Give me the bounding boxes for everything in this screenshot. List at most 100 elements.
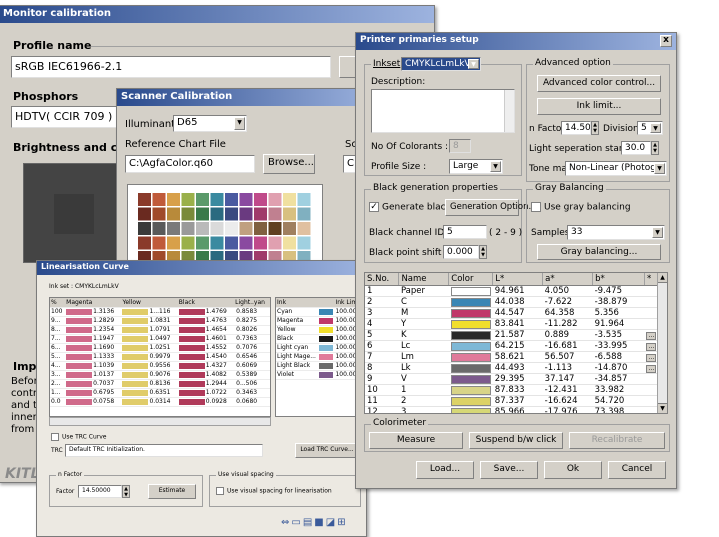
factor-spinner[interactable]: ▲ ▼ bbox=[122, 485, 130, 498]
row-color-swatch[interactable] bbox=[448, 395, 493, 407]
division-select[interactable]: 5 ▼ bbox=[637, 121, 663, 135]
row-color-swatch[interactable] bbox=[448, 406, 493, 413]
checkbox-checked[interactable]: ✓ bbox=[369, 202, 379, 212]
nfactor-field[interactable]: 14.500 bbox=[561, 121, 591, 135]
estimate-button[interactable]: Estimate bbox=[148, 484, 196, 499]
table-row[interactable]: 10 1 87.833 -12.431 33.982 bbox=[365, 384, 659, 396]
col-name: Name bbox=[398, 273, 450, 286]
chevron-down-icon[interactable]: ▼ bbox=[654, 163, 665, 174]
more-icon[interactable]: … bbox=[646, 332, 657, 340]
lin-row-number: 1.4552 bbox=[205, 344, 227, 351]
row-color-swatch[interactable] bbox=[448, 351, 493, 363]
advanced-color-control-button[interactable]: Advanced color control... bbox=[537, 75, 661, 92]
more-icon[interactable]: … bbox=[646, 343, 657, 351]
lin-row-percent: 0.0 bbox=[50, 397, 66, 407]
lin-swatch bbox=[122, 308, 149, 315]
ok-button[interactable]: Ok bbox=[544, 461, 602, 479]
chevron-down-icon[interactable]: ▼ bbox=[234, 117, 245, 130]
row-color-swatch[interactable] bbox=[448, 340, 493, 352]
lin-horizontal-scrollbar[interactable] bbox=[49, 417, 271, 426]
generation-option-button[interactable]: Generation Option... bbox=[445, 199, 537, 216]
checkbox-box[interactable] bbox=[216, 487, 224, 495]
use-trc-checkbox[interactable]: Use TRC Curve bbox=[51, 433, 106, 441]
factor-field[interactable]: 14.50000 bbox=[78, 485, 122, 498]
close-icon[interactable]: x bbox=[660, 35, 672, 47]
table-row[interactable]: 2 C 44.038 -7.622 -38.879 bbox=[365, 296, 659, 308]
table-row[interactable]: 6 Lc 64.215 -16.681 -33.995… bbox=[365, 340, 659, 352]
lin-swatch bbox=[122, 398, 149, 405]
table-row[interactable]: 12 3 85.966 -17.976 73.398 bbox=[365, 406, 659, 413]
load-button[interactable]: Load... bbox=[416, 461, 474, 479]
row-color-swatch[interactable] bbox=[448, 307, 493, 319]
black-channel-field[interactable]: 5 bbox=[443, 225, 487, 239]
lin-row-number: 1.4654 bbox=[205, 326, 227, 333]
description-field[interactable] bbox=[371, 89, 515, 133]
scroll-up-icon[interactable]: ▲ bbox=[658, 273, 667, 283]
table-row[interactable]: 5 K 21.587 0.889 -3.535… bbox=[365, 329, 659, 341]
table-row[interactable]: 1 Paper 94.961 4.050 -9.475 bbox=[365, 285, 659, 297]
chevron-down-icon[interactable]: ▼ bbox=[652, 227, 663, 238]
cancel-button[interactable]: Cancel bbox=[608, 461, 666, 479]
gray-balancing-button[interactable]: Gray balancing... bbox=[537, 244, 661, 260]
table-row[interactable]: 4 Y 83.841 -11.282 91.964 bbox=[365, 318, 659, 330]
ink-name: Yellow bbox=[276, 325, 319, 335]
save-button[interactable]: Save... bbox=[480, 461, 538, 479]
reference-chart-file-field[interactable]: C:\AgfaColor.q60 bbox=[125, 155, 255, 173]
browse-button[interactable]: Browse... bbox=[263, 154, 315, 174]
chevron-down-icon[interactable]: ▼ bbox=[468, 59, 479, 69]
lin-row-number: 1.2829 bbox=[93, 317, 115, 324]
light-separation-spinner[interactable]: ▲ ▼ bbox=[651, 141, 659, 155]
window-icon[interactable]: ▭ bbox=[291, 517, 302, 528]
ink-limit-button[interactable]: Ink limit... bbox=[537, 98, 661, 115]
arrows-icon[interactable]: ⇔ bbox=[281, 517, 291, 528]
lin-row-number: 1.4082 bbox=[205, 371, 227, 378]
nfactor-spinner[interactable]: ▲ ▼ bbox=[591, 121, 599, 135]
chart-icon[interactable]: ◪ bbox=[326, 517, 337, 528]
row-color-swatch[interactable] bbox=[448, 285, 493, 297]
trc-field[interactable]: Default TRC Initialization. bbox=[65, 444, 263, 457]
measure-button[interactable]: Measure bbox=[369, 432, 463, 449]
illuminant-select[interactable]: D65 ▼ bbox=[173, 115, 247, 132]
light-separation-field[interactable]: 30.0 bbox=[621, 141, 651, 155]
samples-select[interactable]: 33 ▼ bbox=[567, 225, 665, 240]
table-row[interactable]: 8 Lk 44.493 -1.113 -14.870… bbox=[365, 362, 659, 374]
use-gray-checkbox[interactable]: Use gray balancing bbox=[531, 202, 631, 213]
description-scrollbar[interactable] bbox=[504, 90, 514, 132]
row-color-swatch[interactable] bbox=[448, 296, 493, 308]
generate-black-checkbox[interactable]: ✓ Generate black bbox=[369, 202, 451, 213]
table-row[interactable]: 3 M 44.547 64.358 5.356 bbox=[365, 307, 659, 319]
profile-name-field[interactable]: sRGB IEC61966-2.1 bbox=[11, 56, 331, 78]
phosphors-field[interactable]: HDTV( CCIR 709 ) bbox=[11, 106, 121, 128]
chevron-down-icon[interactable]: ▼ bbox=[650, 123, 661, 133]
suspend-button[interactable]: Suspend b/w click bbox=[469, 432, 563, 449]
chevron-down-icon[interactable]: ▼ bbox=[490, 161, 501, 172]
color-target-patch bbox=[254, 193, 267, 206]
more-icon[interactable]: … bbox=[646, 354, 657, 362]
row-color-swatch[interactable] bbox=[448, 362, 493, 374]
row-color-swatch[interactable] bbox=[448, 373, 493, 385]
load-trc-curve-button[interactable]: Load TRC Curve... bbox=[295, 443, 359, 458]
scroll-down-icon[interactable]: ▼ bbox=[658, 403, 667, 413]
table-row[interactable]: 9 V 29.395 37.147 -34.857 bbox=[365, 373, 659, 385]
ink-name: Violet bbox=[276, 370, 319, 380]
visual-spacing-checkbox[interactable]: Use visual spacing for linearisation bbox=[216, 487, 332, 495]
inkset-select[interactable]: CMYKLcLmLkV ▼ bbox=[401, 57, 481, 71]
row-color-swatch[interactable] bbox=[448, 318, 493, 330]
row-color-swatch[interactable] bbox=[448, 329, 493, 341]
checkbox-box[interactable] bbox=[51, 433, 59, 441]
table-row[interactable]: 11 2 87.337 -16.624 54.720 bbox=[365, 395, 659, 407]
black-point-field[interactable]: 0.000 bbox=[443, 245, 479, 259]
more-icon[interactable]: … bbox=[646, 365, 657, 373]
primaries-scrollbar[interactable]: ▲ ▼ bbox=[657, 273, 667, 413]
visual-spacing-label: Use visual spacing for linearisation bbox=[227, 487, 332, 495]
save-icon[interactable]: ■ bbox=[314, 517, 325, 528]
table-row[interactable]: 7 Lm 58.621 56.507 -6.588… bbox=[365, 351, 659, 363]
row-color-swatch[interactable] bbox=[448, 384, 493, 396]
black-point-spinner[interactable]: ▲ ▼ bbox=[479, 245, 487, 259]
checkbox-box[interactable] bbox=[531, 202, 541, 212]
lin-row-value: 1.4763 bbox=[177, 316, 235, 326]
profile-size-select[interactable]: Large ▼ bbox=[449, 159, 503, 174]
tone-map-select[interactable]: Non-Linear (Photogra ▼ bbox=[565, 161, 667, 176]
exit-icon[interactable]: ⊞ bbox=[337, 517, 347, 528]
open-icon[interactable]: ▤ bbox=[303, 517, 314, 528]
